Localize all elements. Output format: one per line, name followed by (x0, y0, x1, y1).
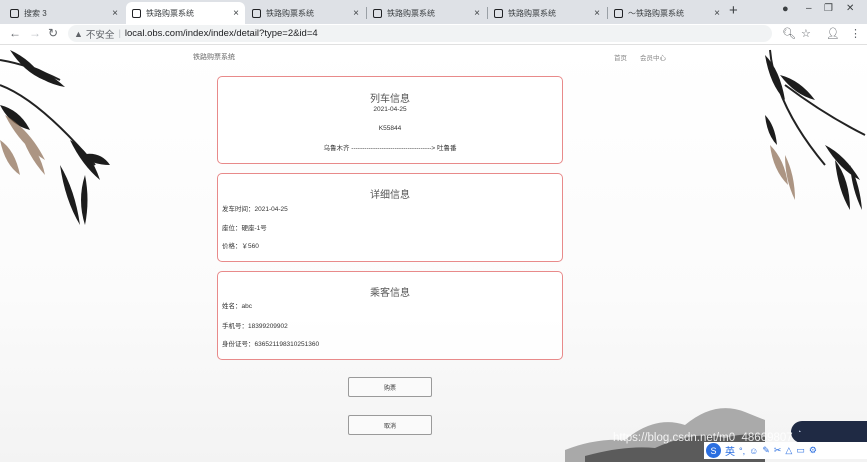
passenger-name: 姓名：abc (222, 303, 252, 310)
tab-title: 铁路购票系统 (146, 8, 194, 18)
nav-link-member-center[interactable]: 会员中心 (640, 52, 666, 62)
browser-tab[interactable]: ～铁路购票系统 × (608, 2, 726, 24)
tab-title: 搜索 3 (24, 8, 47, 18)
back-arrow-icon[interactable]: ← (9, 26, 21, 40)
tab-close-icon[interactable]: × (233, 8, 239, 19)
new-tab-button[interactable]: + (729, 2, 738, 19)
tab-close-icon[interactable]: × (594, 8, 600, 19)
tab-close-icon[interactable]: × (112, 8, 118, 19)
ime-language-label[interactable]: 英 (725, 443, 735, 458)
tab-close-icon[interactable]: × (714, 8, 720, 19)
cancel-button[interactable]: 取消 (348, 415, 432, 435)
nav-link-home[interactable]: 首页 (614, 52, 627, 62)
tab-close-icon[interactable]: × (353, 8, 359, 19)
menu-kebab-icon[interactable]: ⋮ (850, 27, 861, 40)
ime-pen-icon[interactable]: ✎ (762, 445, 770, 456)
zoom-icon[interactable]: 🔍︎ (782, 27, 796, 40)
window-close-icon[interactable]: ✕ (846, 3, 854, 14)
ticket-price: 价格：￥560 (222, 243, 259, 250)
address-toolbar: ← → ↻ ▲ 不安全 | local.obs.com/index/index/… (0, 24, 867, 45)
departure-time: 发车时间：2021-04-25 (222, 206, 288, 213)
detail-info-card: 详细信息 发车时间：2021-04-25 座位：硬座-1号 价格：￥560 (217, 173, 563, 262)
train-favicon-icon (494, 8, 503, 18)
minimize-icon[interactable]: – (806, 3, 812, 14)
page-body: 铁路购票系统 首页 会员中心 列车信息 2021-04-25 K55844 乌鲁… (0, 45, 867, 462)
ime-toolbar: S 英 °, ☺ ✎ ✂ △ ▭ ⚙ (704, 442, 867, 459)
forward-arrow-icon[interactable]: → (29, 26, 41, 40)
detail-info-heading: 详细信息 (370, 190, 410, 201)
passenger-info-card: 乘客信息 姓名：abc 手机号：18399209902 身份证号：6365211… (217, 271, 563, 360)
network-speed-widget: ◔ (791, 421, 867, 443)
train-number: K55844 (378, 125, 402, 132)
account-icon[interactable]: 👤︎ (826, 27, 840, 40)
ime-emoji-icon[interactable]: ☺ (749, 446, 758, 456)
tab-title: 铁路购票系统 (508, 8, 556, 18)
url-divider: | (118, 28, 121, 39)
browser-tab-strip: 搜索 3 × 铁路购票系统 × 铁路购票系统 × 铁路购票系统 × 铁路购票系统… (0, 0, 867, 24)
browser-tab[interactable]: 铁路购票系统 × (246, 2, 365, 24)
url-text[interactable]: local.obs.com/index/index/detail?type=2&… (125, 28, 318, 39)
train-info-heading: 列车信息 (370, 94, 410, 105)
train-info-card: 列车信息 2021-04-25 K55844 乌鲁木齐 ------------… (217, 76, 563, 164)
restore-icon[interactable]: ❐ (824, 3, 833, 14)
browser-tab-active[interactable]: 铁路购票系统 × (126, 2, 245, 24)
browser-tab[interactable]: 搜索 3 × (4, 2, 124, 24)
train-favicon-icon (132, 8, 141, 18)
train-favicon-icon (614, 8, 623, 18)
ime-skin-icon[interactable]: △ (785, 445, 792, 456)
browser-tab[interactable]: 铁路购票系统 × (367, 2, 486, 24)
browser-tab[interactable]: 铁路购票系统 × (488, 2, 606, 24)
tab-title: ～铁路购票系统 (628, 8, 684, 18)
passenger-phone: 手机号：18399209902 (222, 323, 288, 330)
ime-keyboard-icon[interactable]: ▭ (796, 445, 805, 456)
train-favicon-icon (373, 8, 382, 18)
train-date: 2021-04-25 (373, 106, 407, 113)
reload-icon[interactable]: ↻ (48, 26, 58, 40)
ime-punctuation-icon[interactable]: °, (739, 446, 745, 456)
bamboo-decoration-left (0, 50, 110, 225)
purchase-button[interactable]: 购票 (348, 377, 432, 397)
train-favicon-icon (252, 8, 261, 18)
passenger-info-heading: 乘客信息 (370, 288, 410, 299)
site-title: 铁路购票系统 (193, 54, 235, 61)
seat-info: 座位：硬座-1号 (222, 225, 267, 232)
profile-circle-icon[interactable]: ● (782, 3, 789, 15)
warning-triangle-icon[interactable]: ▲ (74, 29, 83, 39)
ime-tools-icon[interactable]: ✂ (774, 445, 782, 456)
page-favicon-icon (10, 8, 19, 18)
url-bar[interactable]: ▲ 不安全 | local.obs.com/index/index/detail… (68, 25, 772, 42)
ime-logo-icon[interactable]: S (706, 443, 721, 458)
tab-close-icon[interactable]: × (474, 8, 480, 19)
bamboo-decoration-right (765, 49, 866, 210)
tab-title: 铁路购票系统 (266, 8, 314, 18)
passenger-id-card: 身份证号：636521198310251360 (222, 341, 320, 348)
ime-settings-icon[interactable]: ⚙ (809, 445, 817, 456)
security-label[interactable]: 不安全 (86, 27, 115, 41)
tab-title: 铁路购票系统 (387, 8, 435, 18)
bookmark-star-icon[interactable]: ☆ (801, 27, 811, 40)
speed-gauge-icon: ◔ (797, 428, 802, 436)
train-route: 乌鲁木齐 -----------------------------------… (323, 145, 457, 152)
